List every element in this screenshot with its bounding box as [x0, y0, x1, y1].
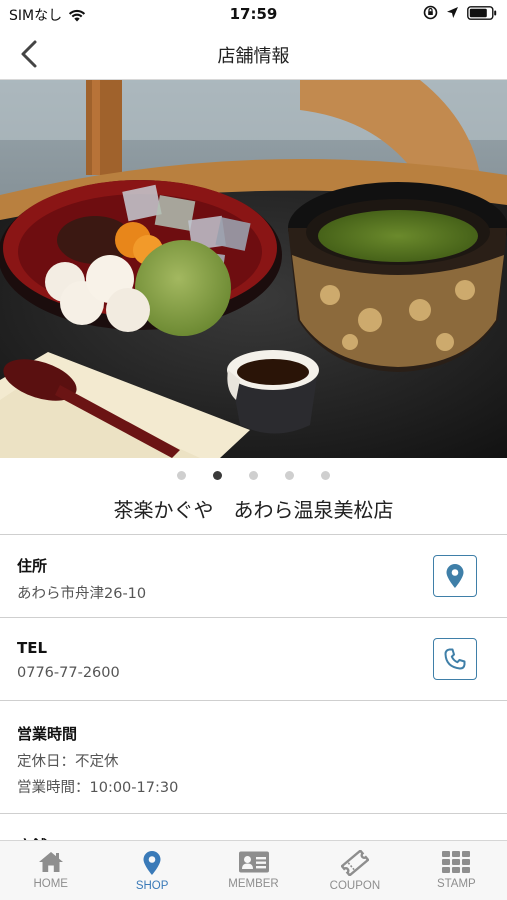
member-card-icon	[238, 851, 269, 873]
tab-shop-label: SHOP	[135, 880, 169, 892]
home-icon	[38, 852, 63, 872]
business-hours-row: 営業時間 定休日：不定休 営業時間：10:00-17:30	[0, 700, 507, 814]
page-dot-active[interactable]	[213, 470, 222, 480]
page-dot[interactable]	[249, 470, 258, 480]
tab-bar: HOME SHOP MEMBER COUPON STAMP	[0, 840, 507, 900]
shop-name: 茶楽かぐや あわら温泉美松店	[113, 498, 394, 522]
orientation-lock-icon	[423, 5, 438, 20]
status-bar: SIMなし 17:59	[0, 0, 507, 28]
shop-photo	[0, 80, 507, 458]
tel-row: TEL 0776-77-2600	[0, 617, 507, 701]
tel-value: 0776-77-2600	[17, 665, 120, 681]
location-arrow-icon	[447, 7, 458, 18]
tab-home[interactable]: HOME	[0, 841, 101, 900]
map-button[interactable]	[433, 555, 477, 597]
tab-stamp-label: STAMP	[436, 878, 476, 890]
business-hours-label: 営業時間	[17, 725, 78, 743]
stamp-grid-icon	[442, 851, 471, 873]
address-value: あわら市舟津26-10	[17, 586, 147, 602]
page-dot[interactable]	[285, 470, 294, 480]
tab-coupon[interactable]: COUPON	[304, 841, 405, 900]
tab-member-label: MEMBER	[228, 878, 279, 890]
navigation-bar: 店舗情報	[0, 28, 507, 80]
map-pin-icon	[446, 564, 464, 588]
page-dot[interactable]	[177, 470, 186, 480]
carousel-page-indicator[interactable]	[0, 468, 507, 482]
status-right-icons	[423, 5, 497, 20]
map-pin-icon	[143, 851, 161, 875]
holiday-value: 定休日：不定休	[17, 754, 119, 770]
tab-home-label: HOME	[33, 878, 68, 890]
tab-stamp[interactable]: STAMP	[406, 841, 507, 900]
tab-member[interactable]: MEMBER	[203, 841, 304, 900]
page-title: 店舗情報	[217, 46, 290, 67]
page-dot[interactable]	[321, 470, 330, 480]
phone-icon	[444, 648, 466, 670]
address-row: 住所 あわら市舟津26-10	[0, 534, 507, 618]
tab-coupon-label: COUPON	[329, 880, 381, 892]
battery-icon	[467, 5, 497, 20]
call-button[interactable]	[433, 638, 477, 680]
tab-shop[interactable]: SHOP	[101, 841, 202, 900]
shop-photo-carousel[interactable]	[0, 80, 507, 458]
tel-label: TEL	[17, 639, 48, 657]
coupon-ticket-icon	[340, 850, 369, 876]
address-label: 住所	[17, 557, 48, 575]
hours-value: 営業時間：10:00-17:30	[17, 780, 179, 796]
